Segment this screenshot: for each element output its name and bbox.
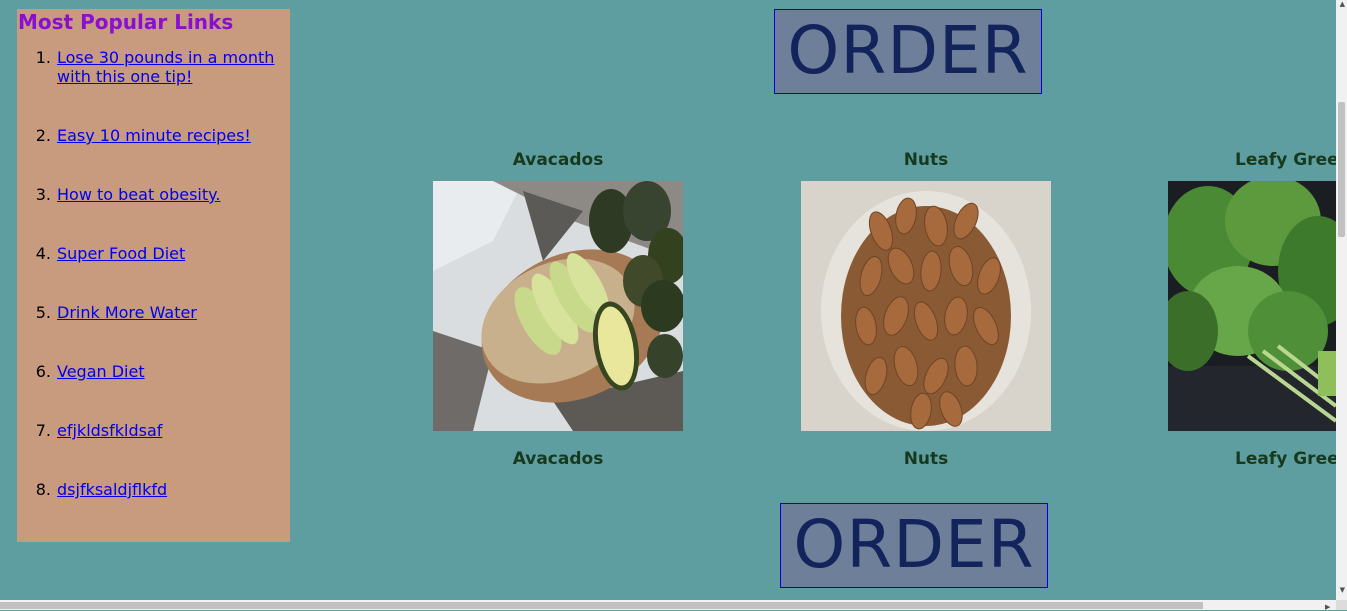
link-vegan-diet[interactable]: Vegan Diet — [57, 362, 145, 381]
link-efjkldsfkldsaf[interactable]: efjkldsfkldsaf — [57, 421, 162, 440]
list-item: 5. Drink More Water — [17, 303, 290, 322]
link-easy-recipes[interactable]: Easy 10 minute recipes! — [57, 126, 251, 145]
food-caption-avacados: Avacados — [512, 449, 604, 469]
list-number: 4. — [35, 244, 51, 263]
food-caption-nuts: Nuts — [903, 449, 949, 469]
list-number: 1. — [35, 48, 51, 67]
list-number: 6. — [35, 362, 51, 381]
vertical-scrollbar[interactable]: ▲ ▼ — [1336, 0, 1347, 600]
food-title-avacados: Avacados — [512, 150, 604, 170]
scrollbar-corner — [1336, 600, 1347, 610]
link-lose-30-pounds[interactable]: Lose 30 pounds in a month with this one … — [57, 48, 274, 86]
list-item: 3. How to beat obesity. — [17, 185, 290, 204]
list-number: 2. — [35, 126, 51, 145]
list-number: 8. — [35, 480, 51, 499]
list-number: 3. — [35, 185, 51, 204]
horizontal-scroll-thumb[interactable] — [0, 602, 1203, 609]
leafy-greens-image[interactable] — [1168, 181, 1336, 431]
list-item: 8. dsjfksaldjflkfd — [17, 480, 290, 499]
list-item: 1. Lose 30 pounds in a month with this on… — [17, 48, 290, 86]
nuts-image[interactable] — [801, 181, 1051, 431]
list-item: 7. efjkldsfkldsaf — [17, 421, 290, 440]
food-title-nuts: Nuts — [903, 150, 949, 170]
list-number: 7. — [35, 421, 51, 440]
horizontal-scrollbar[interactable]: ▶ — [0, 600, 1336, 611]
popular-links-list: 1. Lose 30 pounds in a month with this on… — [17, 48, 290, 539]
order-button-top[interactable]: ORDER — [774, 9, 1042, 94]
link-super-food-diet[interactable]: Super Food Diet — [57, 244, 185, 263]
scroll-down-icon[interactable]: ▼ — [1340, 586, 1345, 594]
avocado-image[interactable] — [433, 181, 683, 431]
link-beat-obesity[interactable]: How to beat obesity. — [57, 185, 220, 204]
link-drink-more-water[interactable]: Drink More Water — [57, 303, 197, 322]
order-button-bottom[interactable]: ORDER — [780, 503, 1048, 588]
list-number: 5. — [35, 303, 51, 322]
popular-links-sidebar: Most Popular Links 1. Lose 30 pounds in a… — [17, 9, 290, 542]
list-item: 2. Easy 10 minute recipes! — [17, 126, 290, 145]
sidebar-title: Most Popular Links — [18, 10, 234, 34]
list-item: 4. Super Food Diet — [17, 244, 290, 263]
food-caption-leafy-greens: Leafy Greens — [1235, 449, 1336, 469]
food-title-leafy-greens: Leafy Greens — [1235, 150, 1336, 170]
link-dsjfksaldjflkfd[interactable]: dsjfksaldjflkfd — [57, 480, 167, 499]
scroll-up-icon[interactable]: ▲ — [1340, 0, 1345, 8]
vertical-scroll-thumb[interactable] — [1338, 102, 1345, 237]
list-item: 6. Vegan Diet — [17, 362, 290, 381]
